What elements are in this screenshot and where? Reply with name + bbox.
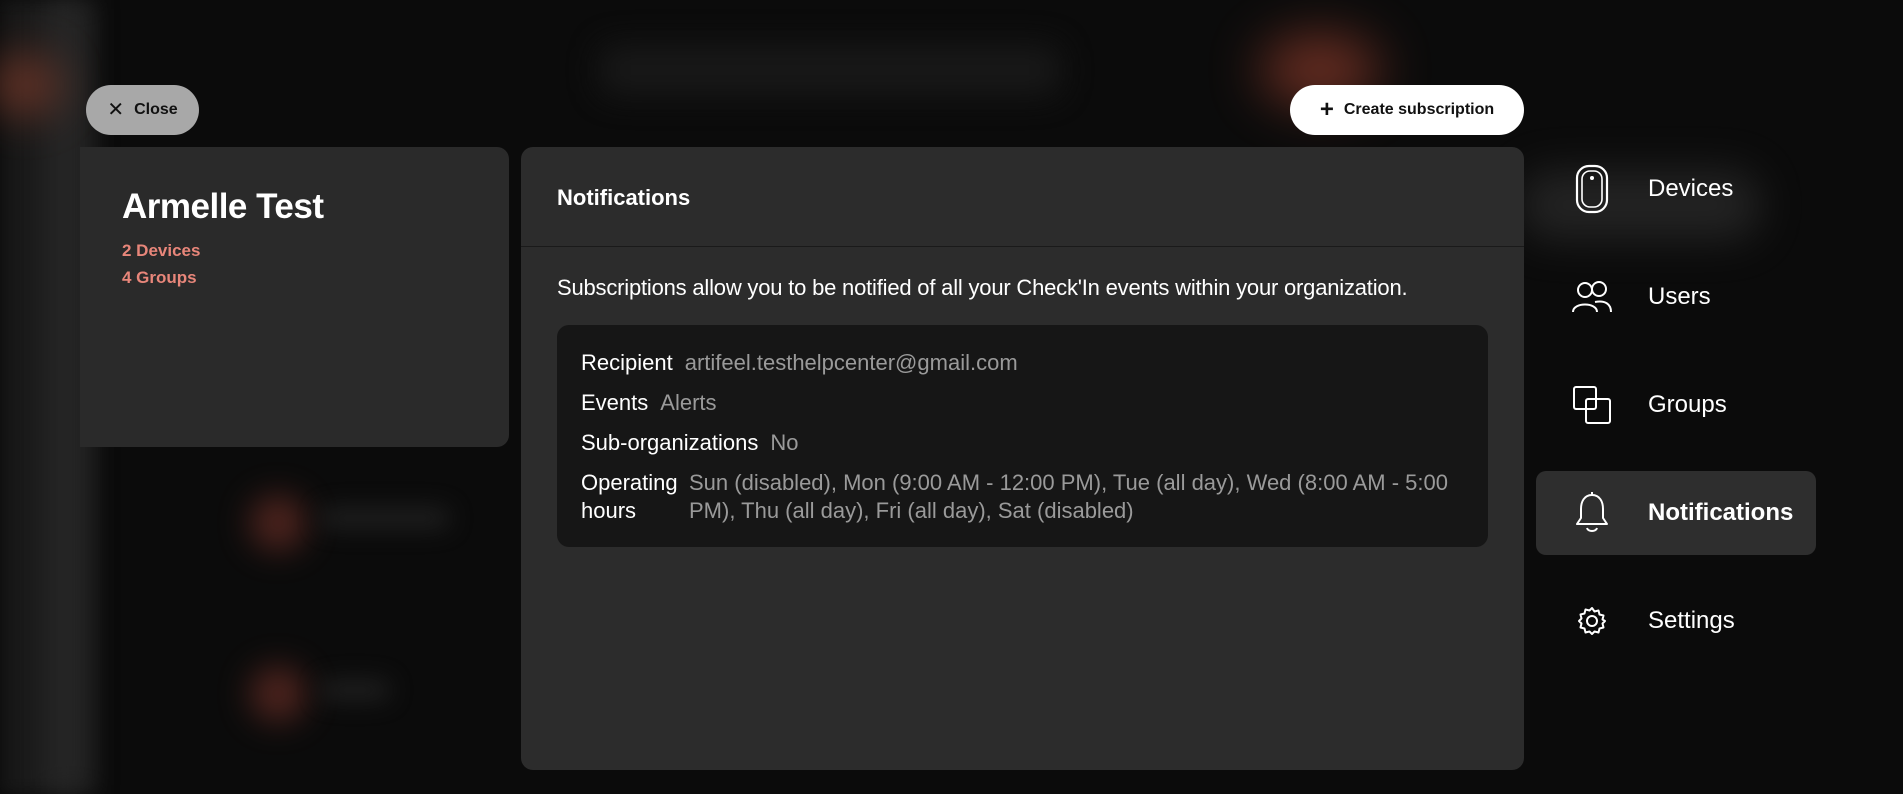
suborganizations-label: Sub-organizations bbox=[581, 430, 759, 455]
background-text-blur bbox=[320, 680, 390, 700]
events-label: Events bbox=[581, 390, 649, 415]
nav-item-groups[interactable]: Groups bbox=[1536, 363, 1816, 447]
nav-item-label: Groups bbox=[1648, 391, 1727, 418]
background-avatar-blur bbox=[250, 495, 306, 551]
notifications-panel: Notifications Subscriptions allow you to… bbox=[521, 147, 1524, 770]
nav-item-label: Users bbox=[1648, 283, 1711, 310]
events-value: Alerts bbox=[660, 390, 717, 415]
create-subscription-button[interactable]: + Create subscription bbox=[1290, 85, 1524, 135]
profile-card: Armelle Test 2 Devices 4 Groups bbox=[80, 147, 509, 447]
nav-item-notifications[interactable]: Notifications bbox=[1536, 471, 1816, 555]
operating-hours-value: Sun (disabled), Mon (9:00 AM - 12:00 PM)… bbox=[689, 470, 1448, 523]
profile-groups-count[interactable]: 4 Groups bbox=[122, 264, 467, 291]
recipient-row: Recipient artifeel.testhelpcenter@gmail.… bbox=[581, 349, 1464, 377]
device-icon bbox=[1570, 164, 1614, 214]
nav-item-devices[interactable]: Devices bbox=[1536, 147, 1816, 231]
close-button[interactable]: ✕ Close bbox=[86, 85, 199, 135]
events-row: Events Alerts bbox=[581, 389, 1464, 417]
nav-item-label: Settings bbox=[1648, 607, 1735, 634]
users-icon bbox=[1570, 275, 1614, 319]
panel-title: Notifications bbox=[521, 147, 1524, 247]
nav-item-label: Devices bbox=[1648, 175, 1734, 202]
recipient-value: artifeel.testhelpcenter@gmail.com bbox=[684, 350, 1018, 375]
groups-icon bbox=[1570, 383, 1614, 427]
close-icon: ✕ bbox=[107, 99, 125, 121]
close-button-label: Close bbox=[134, 101, 178, 118]
create-subscription-label: Create subscription bbox=[1343, 101, 1495, 118]
suborganizations-value: No bbox=[770, 430, 799, 455]
operating-hours-row: Operating hours Sun (disabled), Mon (9:0… bbox=[581, 469, 1464, 525]
profile-devices-count[interactable]: 2 Devices bbox=[122, 237, 467, 264]
operating-hours-label: Operating hours bbox=[581, 470, 678, 523]
recipient-label: Recipient bbox=[581, 350, 673, 375]
background-searchbar-blur bbox=[600, 45, 1060, 95]
panel-intro-text: Subscriptions allow you to be notified o… bbox=[557, 275, 1408, 300]
background-text-blur bbox=[320, 508, 450, 528]
bell-icon bbox=[1570, 491, 1614, 535]
nav-item-label: Notifications bbox=[1648, 499, 1794, 526]
plus-icon: + bbox=[1319, 96, 1334, 123]
nav-item-users[interactable]: Users bbox=[1536, 255, 1816, 339]
gear-icon bbox=[1570, 599, 1614, 643]
profile-name: Armelle Test bbox=[122, 187, 324, 226]
modal-overlay: ✕ Close + Create subscription Armelle Te… bbox=[0, 0, 1903, 794]
side-navigation: Devices Users Groups Notifications Setti… bbox=[1536, 147, 1816, 687]
nav-item-settings[interactable]: Settings bbox=[1536, 579, 1816, 663]
background-avatar-blur bbox=[250, 666, 306, 722]
suborganizations-row: Sub-organizations No bbox=[581, 429, 1464, 457]
subscription-card[interactable]: Recipient artifeel.testhelpcenter@gmail.… bbox=[557, 325, 1488, 547]
panel-body: Subscriptions allow you to be notified o… bbox=[521, 247, 1524, 575]
